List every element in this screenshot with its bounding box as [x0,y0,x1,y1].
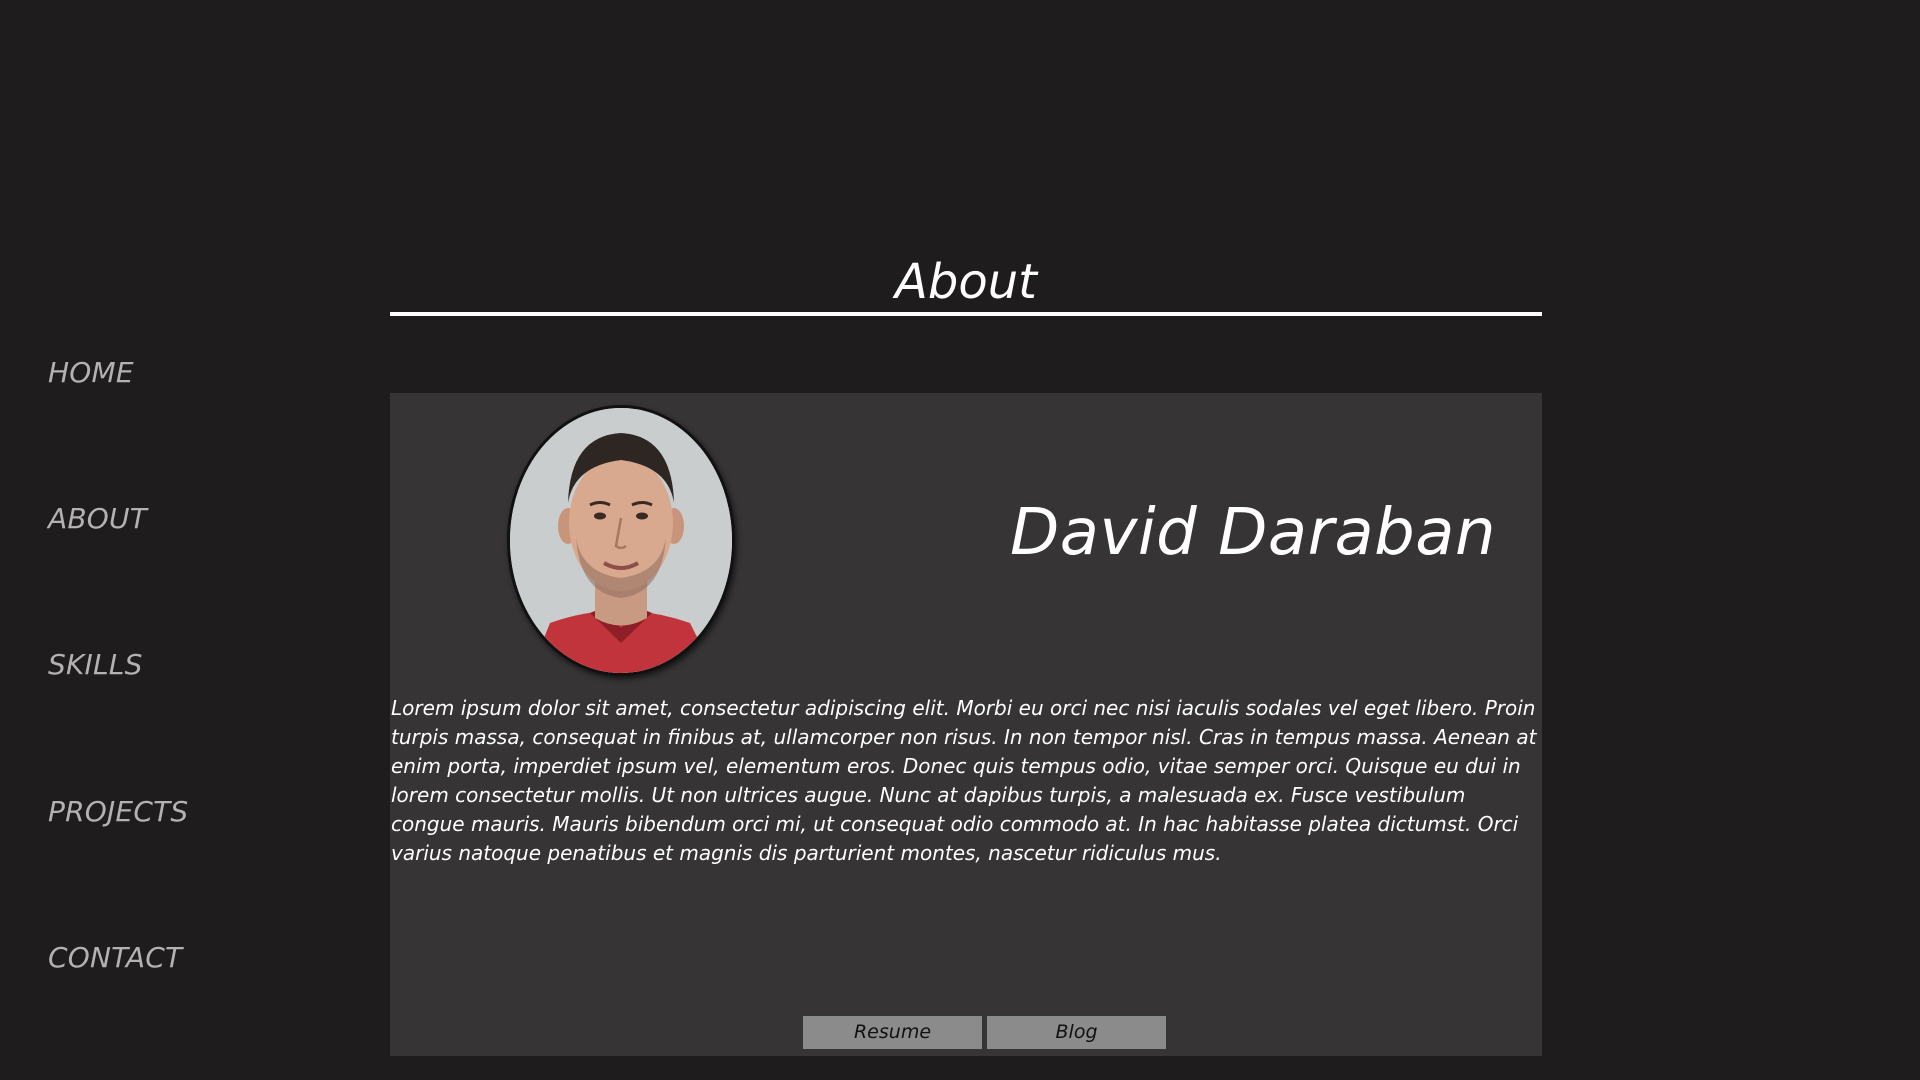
nav-item-home[interactable]: HOME [48,356,134,389]
person-portrait-icon [510,408,732,673]
bio-text: Lorem ipsum dolor sit amet, consectetur … [391,696,1537,865]
blog-button[interactable]: Blog [987,1016,1166,1049]
person-name: David Daraban [1010,496,1497,570]
nav-item-contact[interactable]: CONTACT [48,941,182,974]
sidebar-nav: HOME ABOUT SKILLS PROJECTS CONTACT [0,0,340,1080]
nav-item-projects[interactable]: PROJECTS [48,795,188,828]
profile-photo [507,405,735,676]
section-title: About [895,254,1037,310]
nav-item-about[interactable]: ABOUT [48,502,147,535]
link-buttons: Resume Blog [803,1016,1166,1049]
nav-item-skills[interactable]: SKILLS [48,648,143,681]
title-divider [390,312,1542,316]
about-card: David Daraban Lorem ipsum dolor sit amet… [390,393,1542,1056]
resume-button[interactable]: Resume [803,1016,982,1049]
page: HOME ABOUT SKILLS PROJECTS CONTACT About [0,0,1920,1080]
